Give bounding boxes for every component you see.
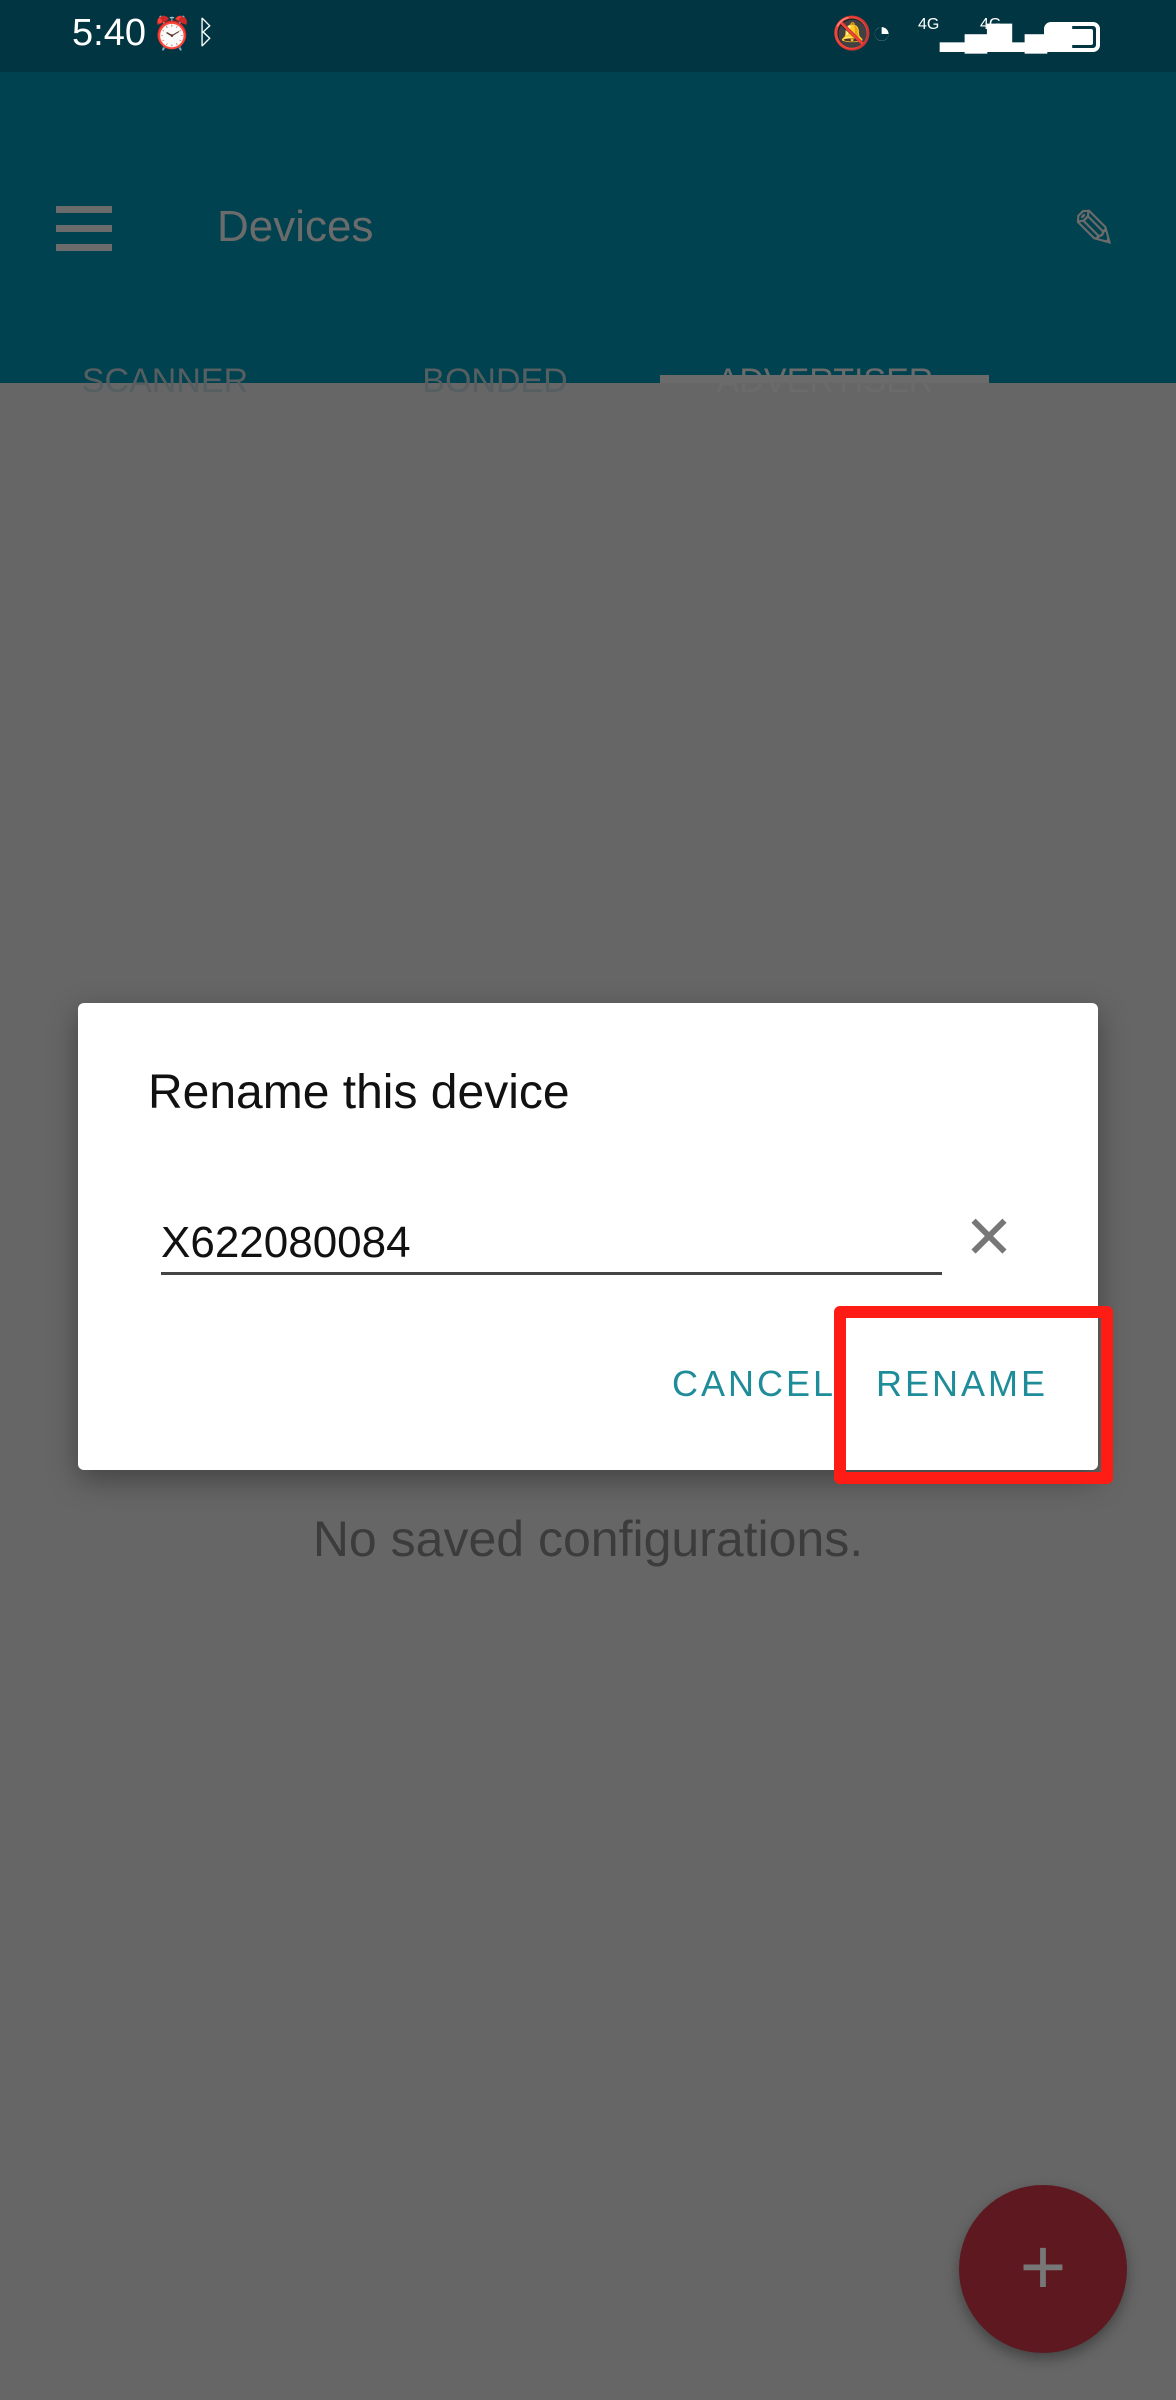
status-time: 5:40 xyxy=(72,12,146,54)
tab-bonded[interactable]: BONDED xyxy=(330,362,660,401)
alarm-icon: ⏰ xyxy=(152,15,192,51)
hamburger-icon[interactable] xyxy=(56,206,112,251)
device-name-input[interactable] xyxy=(161,1213,942,1275)
tab-scanner[interactable]: SCANNER xyxy=(0,362,330,401)
status-bar: 5:40 ⏰ ᛒ 🔕 ◔ 4G ▂▄▆ 4G ▂▄▆ xyxy=(0,0,1176,72)
tab-indicator xyxy=(660,375,989,383)
add-button[interactable]: + xyxy=(959,2185,1127,2353)
signal-4g-icon: 4G xyxy=(980,16,1002,33)
signal-4g-icon: 4G xyxy=(918,16,940,33)
plus-icon: + xyxy=(1019,2222,1067,2311)
dialog-title: Rename this device xyxy=(148,1066,570,1119)
close-icon[interactable]: ✕ xyxy=(958,1203,1020,1273)
wifi-icon: ◔ xyxy=(872,14,892,50)
empty-message: No saved configurations. xyxy=(312,1511,864,1567)
battery-icon xyxy=(1044,22,1100,52)
highlight-box xyxy=(834,1306,1113,1484)
pencil-icon[interactable]: ✎ xyxy=(1072,198,1117,261)
mute-icon: 🔕 xyxy=(832,15,872,51)
cancel-button[interactable]: CANCEL xyxy=(672,1363,836,1405)
app-bar: Devices ✎ SCANNER BONDED ADVERTISER xyxy=(0,72,1176,400)
bluetooth-icon: ᛒ xyxy=(196,14,216,50)
page-title: Devices xyxy=(217,202,374,251)
